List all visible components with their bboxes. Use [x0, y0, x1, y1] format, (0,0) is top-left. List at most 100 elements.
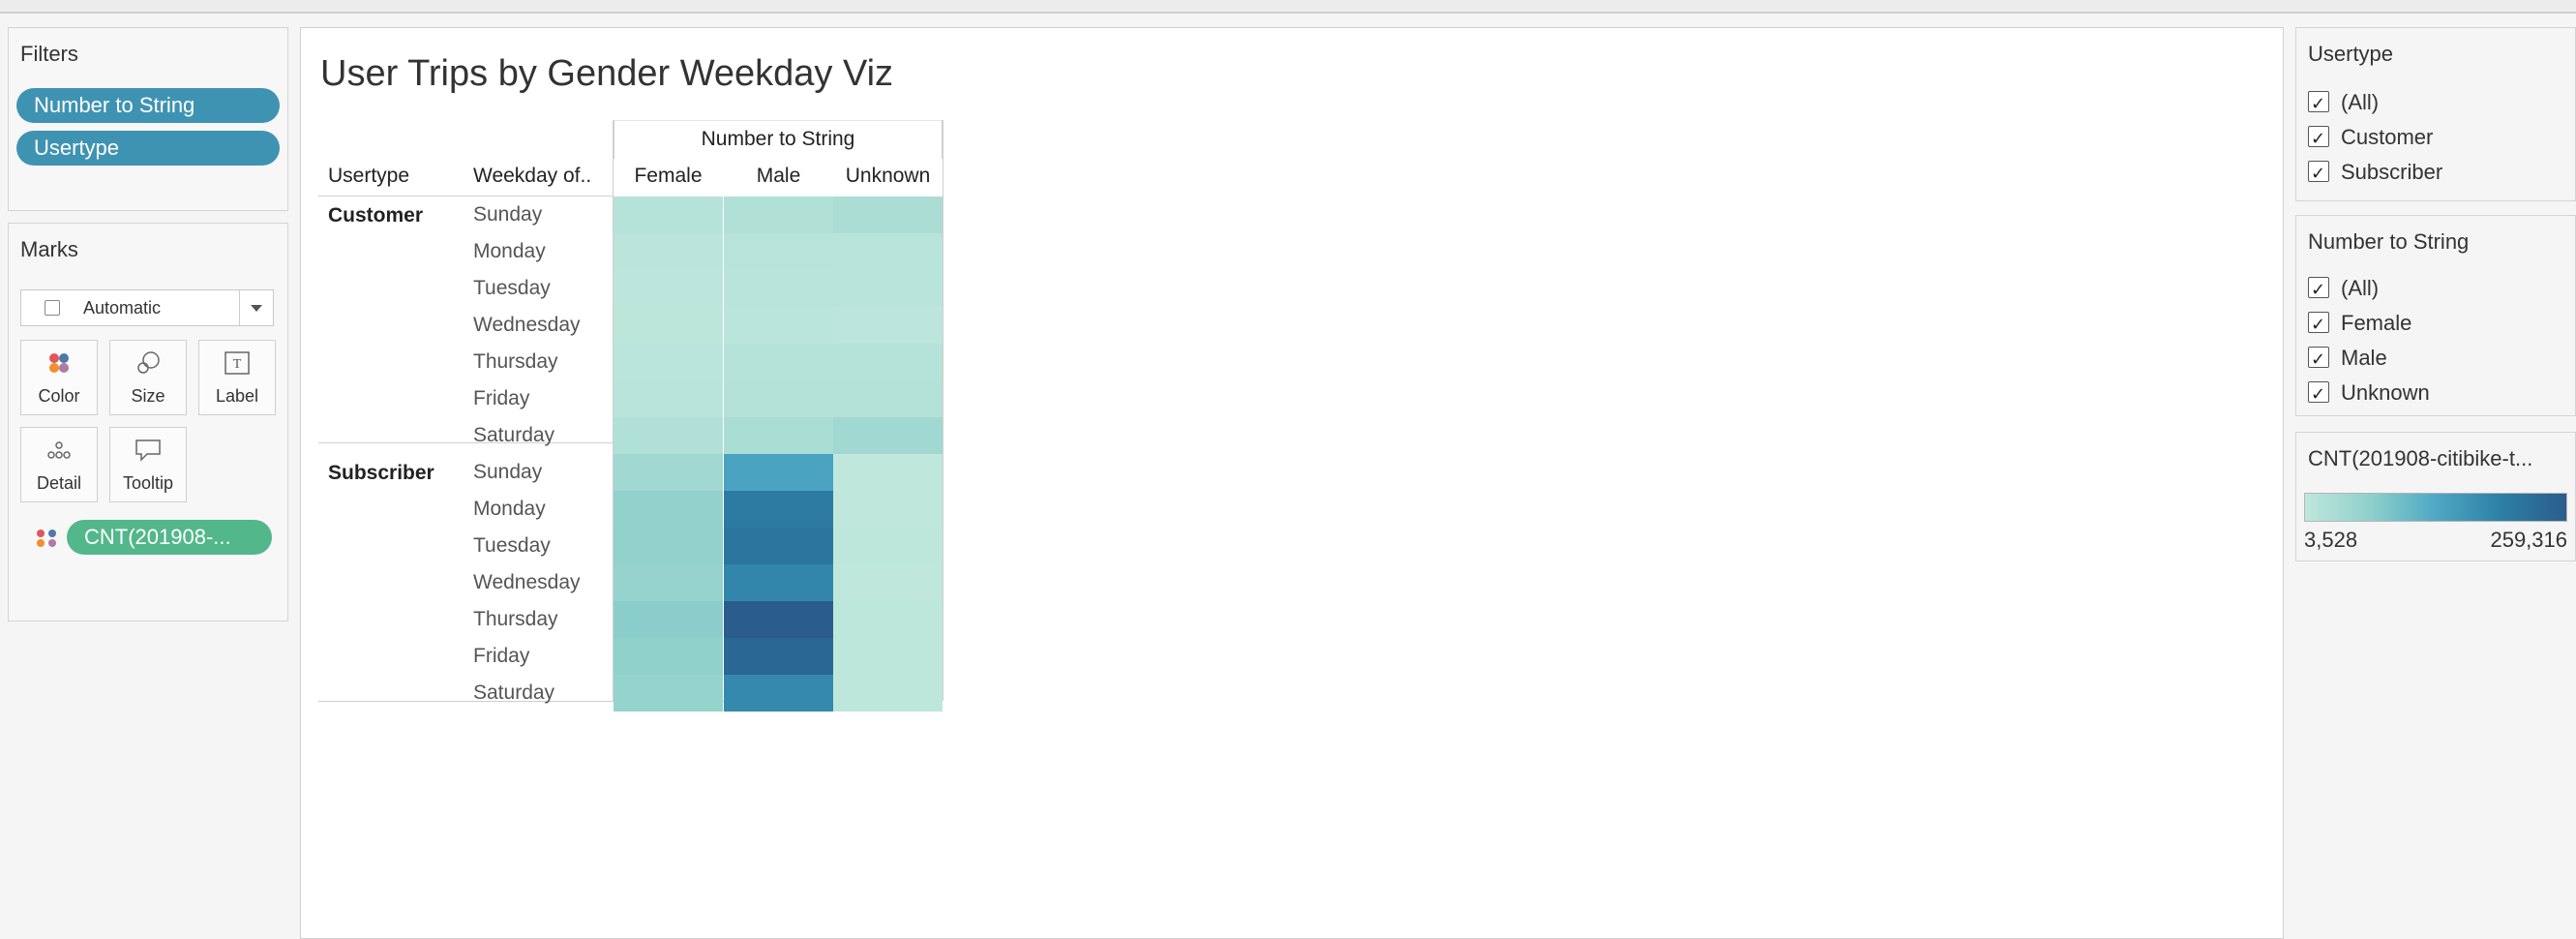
heatmap-cell[interactable]	[614, 675, 723, 712]
checkbox-checked-icon[interactable]	[2308, 274, 2329, 307]
heatmap-cell[interactable]	[614, 197, 723, 233]
heatmap-cell[interactable]	[614, 307, 723, 344]
weekday-row-header[interactable]: Tuesday	[473, 528, 551, 564]
heatmap-cell[interactable]	[724, 528, 833, 564]
option-label: Subscriber	[2341, 160, 2443, 184]
group-divider	[318, 442, 614, 443]
heatmap-cell[interactable]	[724, 380, 833, 417]
heatmap-cell[interactable]	[724, 197, 833, 233]
usertype-option-all[interactable]: (All)	[2308, 86, 2379, 121]
usertype-filter-title: Usertype	[2308, 42, 2394, 66]
heatmap-cell[interactable]	[724, 491, 833, 528]
size-label: Size	[131, 386, 165, 406]
heatmap-cell[interactable]	[833, 233, 943, 270]
weekday-row-header[interactable]: Wednesday	[473, 307, 581, 344]
legend-title: CNT(201908-citibike-t...	[2308, 446, 2533, 470]
heatmap-cell[interactable]	[724, 638, 833, 675]
legend-min-label: 3,528	[2304, 528, 2358, 552]
heatmap-cell[interactable]	[833, 270, 943, 307]
filter-pill-usertype[interactable]: Usertype	[16, 131, 280, 166]
heatmap-cell[interactable]	[614, 528, 723, 564]
gender-option-unknown[interactable]: Unknown	[2308, 377, 2430, 411]
heatmap-cell[interactable]	[724, 344, 833, 380]
heatmap-cell[interactable]	[614, 417, 723, 454]
checkbox-checked-icon[interactable]	[2308, 344, 2329, 377]
heatmap-cell[interactable]	[614, 454, 723, 491]
gender-filter-title: Number to String	[2308, 229, 2470, 254]
heatmap-cell[interactable]	[724, 307, 833, 344]
heatmap-cell[interactable]	[833, 491, 943, 528]
column-header-female[interactable]: Female	[614, 157, 723, 197]
usertype-row-header[interactable]: Subscriber	[328, 462, 434, 485]
weekday-row-header[interactable]: Tuesday	[473, 270, 551, 307]
worksheet-view: User Trips by Gender Weekday Viz Number …	[300, 27, 2284, 939]
heatmap-cell[interactable]	[833, 344, 943, 380]
gender-option-male[interactable]: Male	[2308, 342, 2387, 377]
gender-filter-card: Number to String (All) Female Male Unkno…	[2295, 215, 2576, 416]
heatmap-cell[interactable]	[833, 197, 943, 233]
filter-pill-number-to-string[interactable]: Number to String	[16, 88, 280, 123]
heatmap-cell[interactable]	[614, 233, 723, 270]
heatmap-cell[interactable]	[614, 491, 723, 528]
heatmap-cell[interactable]	[614, 380, 723, 417]
header-divider	[318, 196, 614, 197]
detail-button[interactable]: Detail	[20, 427, 98, 502]
option-label: Customer	[2341, 125, 2434, 149]
heatmap-cell[interactable]	[724, 454, 833, 491]
weekday-row-header[interactable]: Thursday	[473, 601, 558, 638]
column-header-male[interactable]: Male	[724, 157, 833, 197]
heatmap-cell[interactable]	[833, 380, 943, 417]
checkbox-checked-icon[interactable]	[2308, 309, 2329, 342]
weekday-row-header[interactable]: Monday	[473, 491, 546, 528]
heatmap-cell[interactable]	[833, 675, 943, 712]
size-button[interactable]: Size	[109, 340, 187, 415]
checkbox-checked-icon[interactable]	[2308, 123, 2329, 156]
heatmap-cell[interactable]	[833, 417, 943, 454]
heatmap-cell[interactable]	[833, 454, 943, 491]
weekday-row-header[interactable]: Wednesday	[473, 564, 581, 601]
label-button[interactable]: T Label	[198, 340, 276, 415]
heatmap-cell[interactable]	[833, 601, 943, 638]
color-button[interactable]: Color	[20, 340, 98, 415]
heatmap-cell[interactable]	[724, 601, 833, 638]
tooltip-button[interactable]: Tooltip	[109, 427, 187, 502]
heatmap-cell[interactable]	[724, 564, 833, 601]
gender-option-female[interactable]: Female	[2308, 307, 2412, 342]
checkbox-checked-icon[interactable]	[2308, 158, 2329, 191]
heatmap-cell[interactable]	[833, 638, 943, 675]
heatmap-cell[interactable]	[833, 528, 943, 564]
chevron-down-icon[interactable]	[239, 290, 273, 325]
heatmap-cell[interactable]	[724, 417, 833, 454]
usertype-option-customer[interactable]: Customer	[2308, 121, 2434, 156]
heatmap-cell[interactable]	[614, 564, 723, 601]
heatmap-cell[interactable]	[833, 564, 943, 601]
color-ramp	[2304, 493, 2567, 522]
usertype-option-subscriber[interactable]: Subscriber	[2308, 156, 2443, 191]
column-header-unknown[interactable]: Unknown	[833, 157, 943, 197]
weekday-row-header[interactable]: Saturday	[473, 675, 554, 712]
option-label: Unknown	[2341, 380, 2430, 405]
checkbox-checked-icon[interactable]	[2308, 379, 2329, 411]
color-field-pill[interactable]: CNT(201908-...	[67, 520, 272, 555]
heatmap-cell[interactable]	[724, 675, 833, 712]
heatmap-cell[interactable]	[614, 270, 723, 307]
usertype-row-header[interactable]: Customer	[328, 204, 423, 227]
weekday-row-header[interactable]: Friday	[473, 380, 529, 417]
weekday-row-header[interactable]: Friday	[473, 638, 529, 675]
gender-option-all[interactable]: (All)	[2308, 272, 2379, 307]
heatmap-cell[interactable]	[614, 344, 723, 380]
legend-max-label: 259,316	[2490, 528, 2567, 552]
heatmap-cell[interactable]	[724, 233, 833, 270]
mark-type-dropdown[interactable]: Automatic	[20, 289, 274, 326]
weekday-row-header[interactable]: Thursday	[473, 344, 558, 380]
weekday-row-header[interactable]: Saturday	[473, 417, 554, 454]
heatmap-cell[interactable]	[724, 270, 833, 307]
weekday-row-header[interactable]: Sunday	[473, 454, 542, 491]
heatmap-cell[interactable]	[614, 638, 723, 675]
option-label: Female	[2341, 311, 2412, 335]
checkbox-checked-icon[interactable]	[2308, 88, 2329, 121]
heatmap-cell[interactable]	[833, 307, 943, 344]
heatmap-cell[interactable]	[614, 601, 723, 638]
weekday-row-header[interactable]: Monday	[473, 233, 546, 270]
weekday-row-header[interactable]: Sunday	[473, 197, 542, 233]
